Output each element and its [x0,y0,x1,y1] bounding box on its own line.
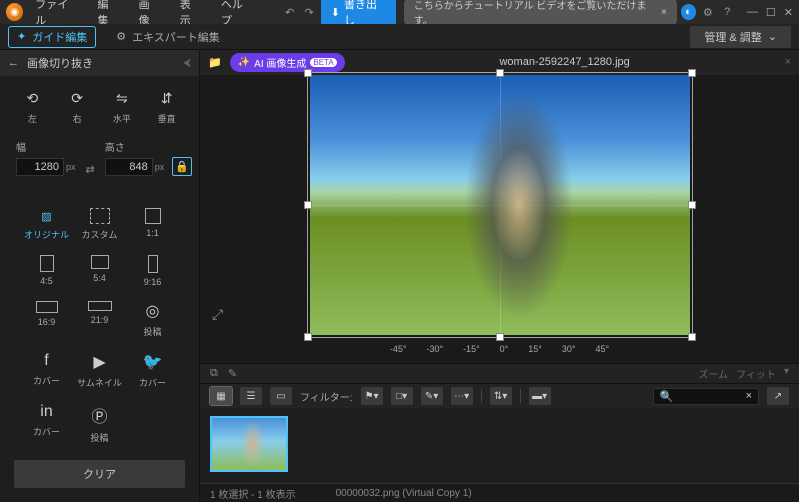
width-label: 幅 [16,139,76,154]
preset-original[interactable]: ▨オリジナル [22,208,71,241]
filter-more-icon[interactable]: ⋯▾ [451,387,473,405]
view-detail-icon[interactable]: ▭ [270,387,292,405]
filename-label: woman-2592247_1280.jpg [353,56,777,68]
handle-l[interactable] [304,201,312,209]
preset-1-1[interactable]: 1:1 [128,208,177,241]
height-unit: px [155,162,165,172]
minimize-icon[interactable]: — [747,6,758,19]
close-icon[interactable]: × [661,7,667,18]
instagram-icon: ◎ [146,301,160,321]
preset-9-16[interactable]: 9:16 [128,255,177,287]
swap-icon[interactable]: ⇄ [84,163,97,176]
search-icon: 🔍 [660,390,674,403]
folder-icon[interactable]: 📁 [208,56,222,69]
flip-v-icon: ⇵ [157,88,177,108]
preset-5-4[interactable]: 5:4 [75,255,124,287]
rotate-left-icon: ⟲ [22,88,42,108]
close-file-icon[interactable]: × [785,56,791,68]
mode-expert[interactable]: ⚙エキスパート編集 [108,27,228,47]
thumbnail-1[interactable] [210,416,288,472]
preset-custom[interactable]: カスタム [75,208,124,241]
preset-linkedin[interactable]: inカバー [22,403,71,444]
crop-marquee[interactable] [307,72,693,338]
preset-4-5[interactable]: 4:5 [22,255,71,287]
sort-icon[interactable]: ⇅▾ [490,387,512,405]
clear-button[interactable]: クリア [14,460,185,488]
twitter-icon: 🐦 [143,352,163,372]
height-input[interactable] [105,158,153,176]
flip-left[interactable]: ⟲左 [12,88,52,125]
download-icon: ⬇ [331,6,340,19]
pinterest-icon: Ⓟ [91,403,107,427]
flip-vertical[interactable]: ⇵垂直 [147,88,187,125]
sliders-icon: ⚙ [116,30,126,43]
gear-icon[interactable]: ⚙ [700,4,715,20]
back-icon[interactable]: ← [8,57,19,69]
search-box[interactable]: 🔍× [653,388,759,405]
maximize-icon[interactable]: ☐ [766,6,776,19]
flip-horizontal[interactable]: ⇋水平 [102,88,142,125]
fit-label[interactable]: フィット [736,366,776,381]
zoom-dropdown-icon[interactable]: ▾ [784,366,789,381]
image-canvas[interactable] [310,75,690,335]
zoom-label: ズーム [698,366,728,381]
help-icon[interactable]: ? [720,4,735,20]
redo-icon[interactable]: ↷ [301,4,316,20]
view-grid-icon[interactable]: ▦ [210,387,232,405]
wand-icon: ✦ [17,30,26,43]
image-icon: ▨ [37,208,57,224]
sidebar-title: 画像切り抜き [27,55,93,71]
handle-t[interactable] [496,69,504,77]
linkedin-icon: in [40,403,52,421]
height-label: 高さ [105,139,165,154]
collapse-icon[interactable]: ⮜ [183,57,191,70]
beta-badge: BETA [310,58,336,67]
flip-right[interactable]: ⟳右 [57,88,97,125]
manage-button[interactable]: 管理 & 調整⌄ [690,26,791,48]
preset-21-9[interactable]: 21:9 [75,301,124,338]
brush-tool-icon[interactable]: ✎ [228,367,237,380]
filter-label: フィルター: [300,389,353,404]
filter-flag-icon[interactable]: ⚑▾ [361,387,383,405]
stack-icon[interactable]: ▬▾ [529,387,551,405]
sparkle-icon: ✨ [238,57,250,68]
youtube-icon: ▶ [93,352,105,372]
filter-edit-icon[interactable]: ✎▾ [421,387,443,405]
handle-tl[interactable] [304,69,312,77]
app-logo: ◉ [6,3,23,21]
mode-guide[interactable]: ✦ガイド編集 [8,26,96,48]
preset-facebook[interactable]: fカバー [22,352,71,389]
resize-tool-icon[interactable]: ⤢ [212,306,223,323]
close-window-icon[interactable]: ✕ [784,6,793,19]
crop-tool-icon[interactable]: ⧉ [210,367,218,380]
status-selection: 1 枚選択 - 1 枚表示 [210,486,296,501]
custom-icon [90,208,110,224]
view-list-icon[interactable]: ☰ [240,387,262,405]
chevron-down-icon: ⌄ [768,30,777,43]
filter-label-icon[interactable]: □▾ [391,387,413,405]
search-input[interactable] [680,391,740,402]
preset-16-9[interactable]: 16:9 [22,301,71,338]
undo-icon[interactable]: ↶ [282,4,297,20]
clear-search-icon[interactable]: × [746,390,752,402]
preset-youtube[interactable]: ▶サムネイル [75,352,124,389]
status-filename: 00000032.png (Virtual Copy 1) [336,488,472,499]
width-unit: px [66,162,76,172]
handle-tr[interactable] [688,69,696,77]
account-icon[interactable]: ◐ [681,4,696,20]
flip-h-icon: ⇋ [112,88,132,108]
preset-pinterest[interactable]: Ⓟ投稿 [75,403,124,444]
external-icon[interactable]: ↗ [767,387,789,405]
preset-twitter[interactable]: 🐦カバー [128,352,177,389]
rotate-right-icon: ⟳ [67,88,87,108]
preset-instagram[interactable]: ◎投稿 [128,301,177,338]
lock-icon[interactable]: 🔒 [172,157,192,176]
rotation-ruler[interactable]: -45°-30°-15°0°15°30°45° [200,335,799,363]
ai-generate-button[interactable]: ✨AI 画像生成BETA [230,53,345,72]
handle-r[interactable] [688,201,696,209]
facebook-icon: f [44,352,48,370]
width-input[interactable] [16,158,64,176]
